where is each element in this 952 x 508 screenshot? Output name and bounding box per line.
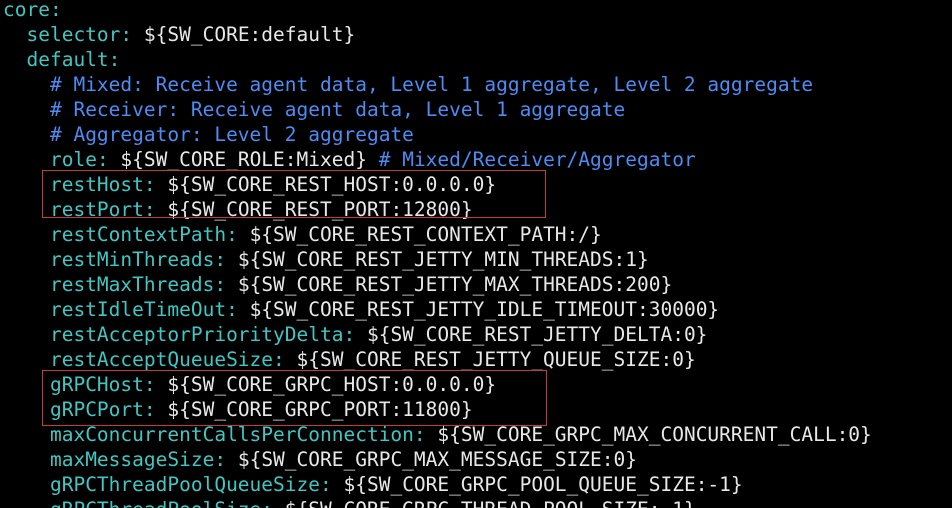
config-value: ${SW_CORE_REST_HOST:0.0.0.0}	[155, 173, 497, 196]
config-line: restMinThreads: ${SW_CORE_REST_JETTY_MIN…	[3, 247, 649, 272]
config-colon: :	[343, 323, 356, 346]
config-colon: :	[226, 223, 238, 246]
config-key: restIdleTimeOut	[49, 298, 227, 321]
config-key: restAcceptorPriorityDelta	[49, 323, 344, 346]
config-line: restHost: ${SW_CORE_REST_HOST:0.0.0.0}	[3, 172, 496, 197]
config-line: restPort: ${SW_CORE_REST_PORT:12800}	[3, 197, 473, 222]
config-value: ${SW_CORE_REST_JETTY_DELTA:0}	[355, 323, 708, 346]
config-key: restAcceptQueueSize	[49, 348, 274, 371]
config-colon: :	[143, 173, 156, 196]
config-key: gRPCPort	[49, 398, 144, 421]
config-key: restHost	[49, 173, 144, 196]
config-line: # Receiver: Receive agent data, Level 1 …	[3, 97, 625, 122]
config-key: role	[49, 148, 97, 171]
config-line: restMaxThreads: ${SW_CORE_REST_JETTY_MAX…	[3, 272, 672, 297]
config-comment: # Mixed/Receiver/Aggregator	[378, 148, 696, 171]
config-line: gRPCPort: ${SW_CORE_GRPC_PORT:11800}	[3, 397, 473, 422]
config-value: ${SW_CORE_REST_PORT:12800}	[155, 198, 473, 221]
config-line: restAcceptQueueSize: ${SW_CORE_REST_JETT…	[3, 347, 696, 372]
config-key: gRPCThreadPoolSize	[50, 498, 261, 508]
config-colon: :	[214, 273, 227, 296]
config-colon: :	[273, 348, 285, 371]
config-line: selector: ${SW_CORE:default}	[3, 22, 355, 47]
config-colon: :	[214, 448, 227, 471]
config-line: maxConcurrentCallsPerConnection: ${SW_CO…	[3, 422, 872, 447]
config-key: selector	[26, 23, 121, 46]
terminal-window[interactable]: core: selector: ${SW_CORE:default} defau…	[0, 0, 952, 508]
config-key: gRPCHost	[49, 373, 144, 396]
config-value: ${SW_CORE_GRPC_HOST:0.0.0.0}	[155, 373, 497, 396]
config-line: gRPCThreadPoolSize: ${SW_CORE_GRPC_THREA…	[3, 497, 696, 508]
config-colon: :	[108, 48, 121, 71]
config-value: ${SW_CORE_REST_CONTEXT_PATH:/}	[237, 223, 602, 246]
config-comment: # Aggregator: Level 2 aggregate	[49, 123, 414, 146]
config-line: # Mixed: Receive agent data, Level 1 agg…	[3, 72, 813, 97]
config-key: restMaxThreads	[49, 273, 215, 296]
config-colon: :	[214, 248, 227, 271]
config-value: ${SW_CORE_REST_JETTY_IDLE_TIMEOUT:30000}	[237, 298, 720, 321]
config-line: gRPCHost: ${SW_CORE_GRPC_HOST:0.0.0.0}	[3, 372, 496, 397]
config-colon: :	[261, 498, 273, 508]
config-key: maxConcurrentCallsPerConnection	[49, 423, 414, 446]
config-line: gRPCThreadPoolQueueSize: ${SW_CORE_GRPC_…	[3, 472, 743, 497]
config-line: restIdleTimeOut: ${SW_CORE_REST_JETTY_ID…	[3, 297, 719, 322]
config-value: ${SW_CORE_GRPC_POOL_QUEUE_SIZE:-1}	[331, 473, 743, 496]
config-line: core:	[3, 0, 62, 22]
config-line: maxMessageSize: ${SW_CORE_GRPC_MAX_MESSA…	[3, 447, 637, 472]
config-comment: # Receiver: Receive agent data, Level 1 …	[49, 98, 626, 121]
config-key: gRPCThreadPoolQueueSize	[49, 473, 320, 496]
config-line: default:	[3, 47, 120, 72]
config-line: restContextPath: ${SW_CORE_REST_CONTEXT_…	[3, 222, 602, 247]
config-line: restAcceptorPriorityDelta: ${SW_CORE_RES…	[3, 322, 707, 347]
config-colon: :	[143, 198, 156, 221]
config-value: ${SW_CORE_GRPC_MAX_MESSAGE_SIZE:0}	[226, 448, 637, 471]
config-colon: :	[143, 398, 156, 421]
config-key: maxMessageSize	[49, 448, 215, 471]
config-key: restPort	[49, 198, 144, 221]
config-value: ${SW_CORE:default}	[132, 23, 356, 46]
config-value: ${SW_CORE_GRPC_MAX_CONCURRENT_CALL:0}	[425, 423, 872, 446]
config-value: ${SW_CORE_ROLE:Mixed}	[108, 148, 379, 171]
config-comment: # Mixed: Receive agent data, Level 1 agg…	[49, 73, 814, 96]
config-value: ${SW_CORE_REST_JETTY_MAX_THREADS:200}	[226, 273, 673, 296]
config-colon: :	[120, 23, 133, 46]
config-value: ${SW_CORE_REST_JETTY_QUEUE_SIZE:0}	[284, 348, 696, 371]
config-key: restMinThreads	[49, 248, 215, 271]
config-colon: :	[226, 298, 238, 321]
config-key: core	[3, 0, 50, 21]
config-line: role: ${SW_CORE_ROLE:Mixed} # Mixed/Rece…	[3, 147, 696, 172]
config-colon: :	[143, 373, 156, 396]
config-key: default	[26, 48, 109, 71]
config-colon: :	[96, 148, 109, 171]
config-colon: :	[320, 473, 332, 496]
config-value: ${SW_CORE_GRPC_THREAD_POOL_SIZE:-1}	[273, 498, 696, 508]
config-value: ${SW_CORE_GRPC_PORT:11800}	[155, 398, 473, 421]
config-key: restContextPath	[49, 223, 227, 246]
config-colon: :	[49, 0, 62, 21]
config-value: ${SW_CORE_REST_JETTY_MIN_THREADS:1}	[226, 248, 649, 271]
config-line: # Aggregator: Level 2 aggregate	[3, 122, 414, 147]
config-colon: :	[413, 423, 426, 446]
